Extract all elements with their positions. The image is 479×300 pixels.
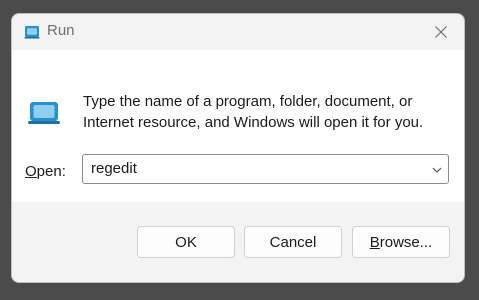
run-dialog: Run Type the name of a program, folder, …	[11, 13, 465, 283]
browse-button[interactable]: Browse...	[352, 226, 450, 258]
open-label-access-key: O	[25, 163, 37, 180]
open-combobox[interactable]: regedit	[82, 154, 449, 184]
open-label: Open:	[25, 163, 66, 180]
browse-access-key: B	[369, 233, 380, 251]
open-input[interactable]: regedit	[91, 160, 137, 177]
run-icon	[28, 102, 60, 124]
ok-button[interactable]: OK	[137, 226, 235, 258]
cancel-button[interactable]: Cancel	[244, 226, 342, 258]
browse-label-rest: rowse...	[379, 233, 433, 251]
open-label-rest: pen:	[36, 163, 66, 180]
chevron-down-icon[interactable]	[430, 163, 444, 177]
description-text: Type the name of a program, folder, docu…	[83, 93, 424, 131]
close-button[interactable]	[424, 18, 458, 46]
run-app-icon	[24, 26, 40, 39]
dialog-footer: OK Cancel Browse...	[12, 202, 464, 282]
close-icon	[435, 26, 447, 38]
title-bar[interactable]: Run	[12, 14, 464, 50]
dialog-content: Type the name of a program, folder, docu…	[12, 50, 464, 202]
window-title: Run	[47, 22, 75, 39]
